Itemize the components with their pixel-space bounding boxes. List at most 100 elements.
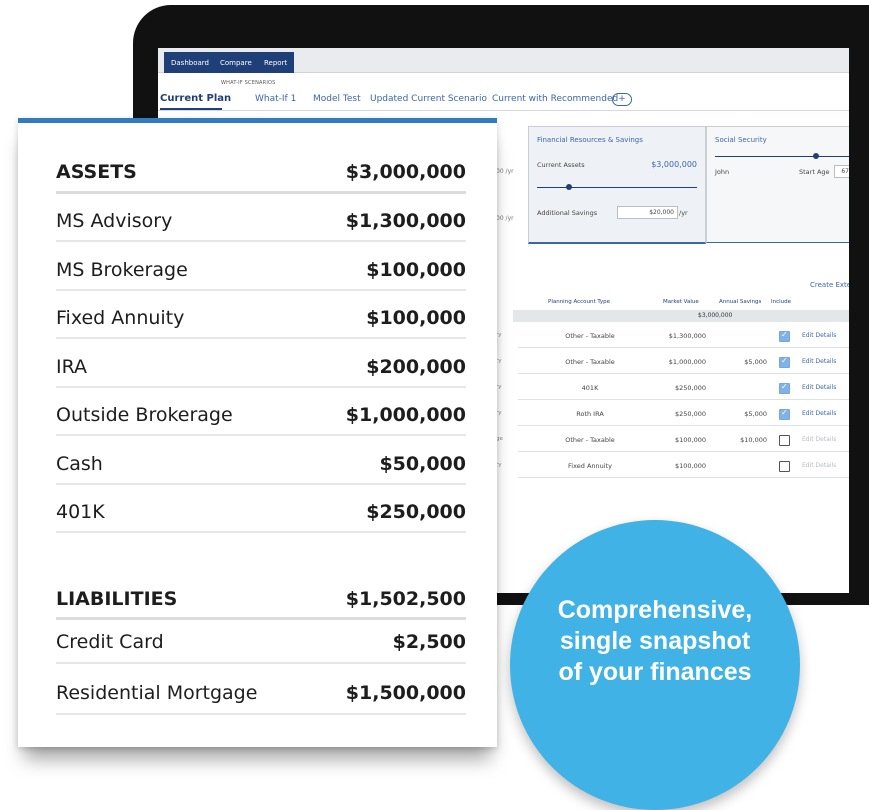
account-type: Other - Taxable [565,436,615,444]
person-name: John [715,168,730,176]
account-name-fragment: ge [496,436,503,442]
tagline-bubble: Comprehensive, single snapshot of your f… [510,520,800,810]
divider [56,662,466,664]
account-type: Fixed Annuity [568,462,612,470]
scenario-what-if-1[interactable]: What-If 1 [255,94,296,104]
col-header-annual-savings: Annual Savings [719,299,762,305]
tagline-line: of your finances [558,658,752,686]
account-type: Roth IRA [576,410,604,418]
additional-savings-input[interactable]: $20,000 [617,206,678,219]
divider [518,425,849,426]
create-external-link[interactable]: Create Exter [810,281,849,289]
divider [518,347,849,348]
assets-total: $3,000,000 [345,161,466,183]
asset-label: IRA [56,355,88,378]
start-age-label: Start Age [799,168,830,176]
tagline-line: Comprehensive, [557,596,753,624]
market-value: $1,300,000 [668,332,706,340]
edit-details-link[interactable]: Edit Details [802,384,836,391]
current-plan-tab[interactable]: Current Plan [160,93,231,104]
annual-savings: $5,000 [744,410,767,418]
liabilities-total: $1,502,500 [345,588,466,610]
panel-title: Financial Resources & Savings [537,136,643,144]
divider [56,617,466,620]
divider [56,288,466,291]
asset-label: Cash [56,452,103,475]
liability-label: Credit Card [56,631,164,653]
top-tab-bar: Dashboard Compare Report [158,48,849,73]
financial-resources-panel[interactable]: Financial Resources & Savings Current As… [528,126,706,244]
annual-savings: $5,000 [744,358,767,366]
annual-savings: $10,000 [740,436,767,444]
col-header-include: Include [771,299,792,305]
asset-label: MS Brokerage [56,258,188,281]
divider [56,531,466,533]
liability-value: $1,500,000 [345,682,466,704]
include-checkbox[interactable] [779,408,790,420]
edit-details-link[interactable]: Edit Details [802,358,836,365]
edit-details-link[interactable]: Edit Details [802,332,836,339]
start-age-slider-track [715,156,849,157]
start-age-input[interactable]: 67 [834,165,849,178]
asset-value: $200,000 [366,355,466,378]
include-checkbox[interactable] [779,382,790,394]
divider [56,240,466,242]
additional-savings-label: Additional Savings [537,209,598,217]
total-row [513,310,849,322]
include-checkbox[interactable] [779,435,790,446]
tab-dashboard[interactable]: Dashboard [164,52,216,73]
tab-compare[interactable]: Compare [213,52,259,73]
asset-value: $100,000 [366,258,466,281]
divider [56,191,466,194]
divider [56,482,466,485]
divider [56,434,466,436]
asset-value: $50,000 [379,452,466,475]
scenario-model-test[interactable]: Model Test [313,94,361,104]
current-assets-label: Current Assets [537,161,585,169]
liabilities-heading: LIABILITIES [56,588,178,610]
divider [518,477,849,478]
include-checkbox[interactable] [779,330,790,342]
per-year-unit: /yr [679,209,688,217]
market-value: $1,000,000 [668,358,706,366]
edit-details-link[interactable]: Edit Details [802,410,836,417]
divider [56,713,466,715]
market-value: $100,000 [674,436,706,444]
total-value: $3,000,000 [698,312,733,319]
partial-field: 00 /yr [496,215,514,222]
divider [518,451,849,452]
include-checkbox[interactable] [779,356,790,368]
tab-report[interactable]: Report [257,52,295,73]
asset-value: $250,000 [366,501,466,523]
include-checkbox[interactable] [779,461,790,472]
scenarios-caption: WHAT-IF SCENARIOS [221,80,276,86]
market-value: $250,000 [674,410,706,418]
assets-liabilities-card: ASSETS $3,000,000 MS Advisory $1,300,000 M… [18,118,497,747]
assets-heading: ASSETS [56,161,137,183]
market-value: $250,000 [674,384,706,392]
savings-slider-handle[interactable] [566,184,572,190]
edit-details-link[interactable]: Edit Details [802,462,836,469]
edit-details-link[interactable]: Edit Details [802,436,836,443]
asset-label: 401K [56,501,105,523]
social-security-panel[interactable]: Social Security John Start Age 67 [706,126,849,243]
tagline-text: Comprehensive, single snapshot of your f… [545,595,765,688]
asset-label: MS Advisory [56,210,173,232]
asset-value: $1,000,000 [345,404,466,426]
savings-slider-track [537,187,697,188]
panel-title: Social Security [715,136,767,144]
start-age-slider-handle[interactable] [813,153,819,159]
divider [158,110,849,111]
scenario-updated-current[interactable]: Updated Current Scenario [370,94,487,104]
divider [518,373,849,374]
col-header-type: Planning Account Type [548,299,611,305]
scenario-current-with-recommended[interactable]: Current with Recommended [492,94,618,104]
market-value: $100,000 [674,462,706,470]
divider [518,399,849,400]
asset-label: Outside Brokerage [56,404,233,426]
divider [56,385,466,388]
account-type: Other - Taxable [565,358,615,366]
asset-value: $1,300,000 [345,210,466,232]
col-header-market-value: Market Value [663,299,699,305]
plus-icon[interactable]: + [612,93,632,106]
